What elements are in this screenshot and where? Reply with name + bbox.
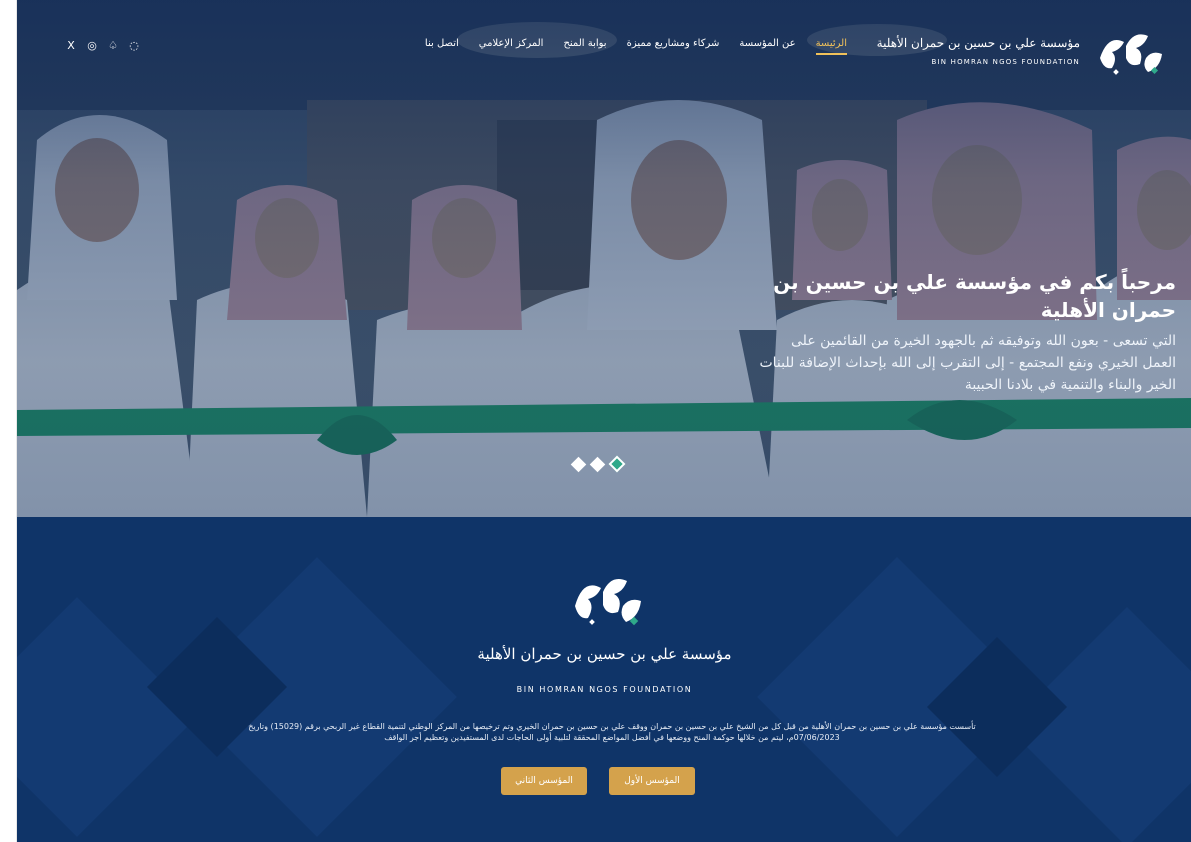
- whatsapp-icon[interactable]: ◌: [128, 40, 140, 52]
- menu-item-grants-portal[interactable]: بوابة المنح: [563, 38, 606, 55]
- brand-logo-link[interactable]: مؤسسة علي بن حسين بن حمران الأهلية BIN H…: [870, 28, 1170, 78]
- hero-slider: X ◎ ♤ ◌ الرئيسة عن المؤسسة شركاء ومشاريع…: [17, 0, 1191, 517]
- foundation-logo-icon: [575, 579, 641, 626]
- x-icon[interactable]: X: [65, 40, 77, 52]
- slide-dot-1[interactable]: [570, 456, 587, 472]
- about-arabic-wordmark: مؤسسة علي بن حسين بن حمران الأهلية: [477, 645, 732, 663]
- about-latin-wordmark: BIN HOMRAN NGOS FOUNDATION: [516, 685, 693, 694]
- hero-subtitle: التي تسعى - بعون الله وتوفيقه ثم بالجهود…: [759, 333, 1176, 393]
- menu-item-home[interactable]: الرئيسة: [815, 38, 848, 55]
- founders-buttons: المؤسس الأول المؤسس الثاني: [501, 767, 695, 795]
- social-links: X ◎ ♤ ◌: [65, 40, 140, 52]
- slider-pagination: [570, 455, 626, 473]
- menu-item-media-center[interactable]: المركز الإعلامي: [479, 38, 544, 55]
- first-founder-button[interactable]: المؤسس الأول: [609, 767, 695, 795]
- instagram-icon[interactable]: ◎: [86, 40, 98, 52]
- brand-arabic-wordmark: مؤسسة علي بن حسين بن حمران الأهلية: [876, 36, 1080, 50]
- slide-dot-3-active[interactable]: [608, 455, 626, 473]
- page-frame: X ◎ ♤ ◌ الرئيسة عن المؤسسة شركاء ومشاريع…: [16, 0, 1191, 842]
- snapchat-icon[interactable]: ♤: [107, 40, 119, 52]
- hero-caption: مرحباً بكم في مؤسسة علي بن حسين بن حمران…: [756, 268, 1176, 396]
- foundation-logo-icon: [1100, 34, 1162, 75]
- foundation-description: تأسست مؤسسة علي بن حسين بن حمران الأهلية…: [248, 722, 976, 742]
- brand-latin-wordmark: BIN HOMRAN NGOS FOUNDATION: [931, 58, 1080, 66]
- hero-title: مرحباً بكم في مؤسسة علي بن حسين بن حمران…: [773, 270, 1176, 322]
- second-founder-button[interactable]: المؤسس الثاني: [501, 767, 587, 795]
- menu-item-contact[interactable]: اتصل بنا: [425, 38, 459, 55]
- menu-item-about[interactable]: عن المؤسسة: [739, 38, 795, 55]
- foundation-intro-section: مؤسسة علي بن حسين بن حمران الأهلية BIN H…: [17, 517, 1191, 842]
- top-navigation: X ◎ ♤ ◌ الرئيسة عن المؤسسة شركاء ومشاريع…: [17, 0, 1191, 100]
- main-menu: الرئيسة عن المؤسسة شركاء ومشاريع مميزة ب…: [425, 38, 848, 55]
- slide-dot-2[interactable]: [589, 456, 606, 472]
- menu-item-partners[interactable]: شركاء ومشاريع مميزة: [627, 38, 720, 55]
